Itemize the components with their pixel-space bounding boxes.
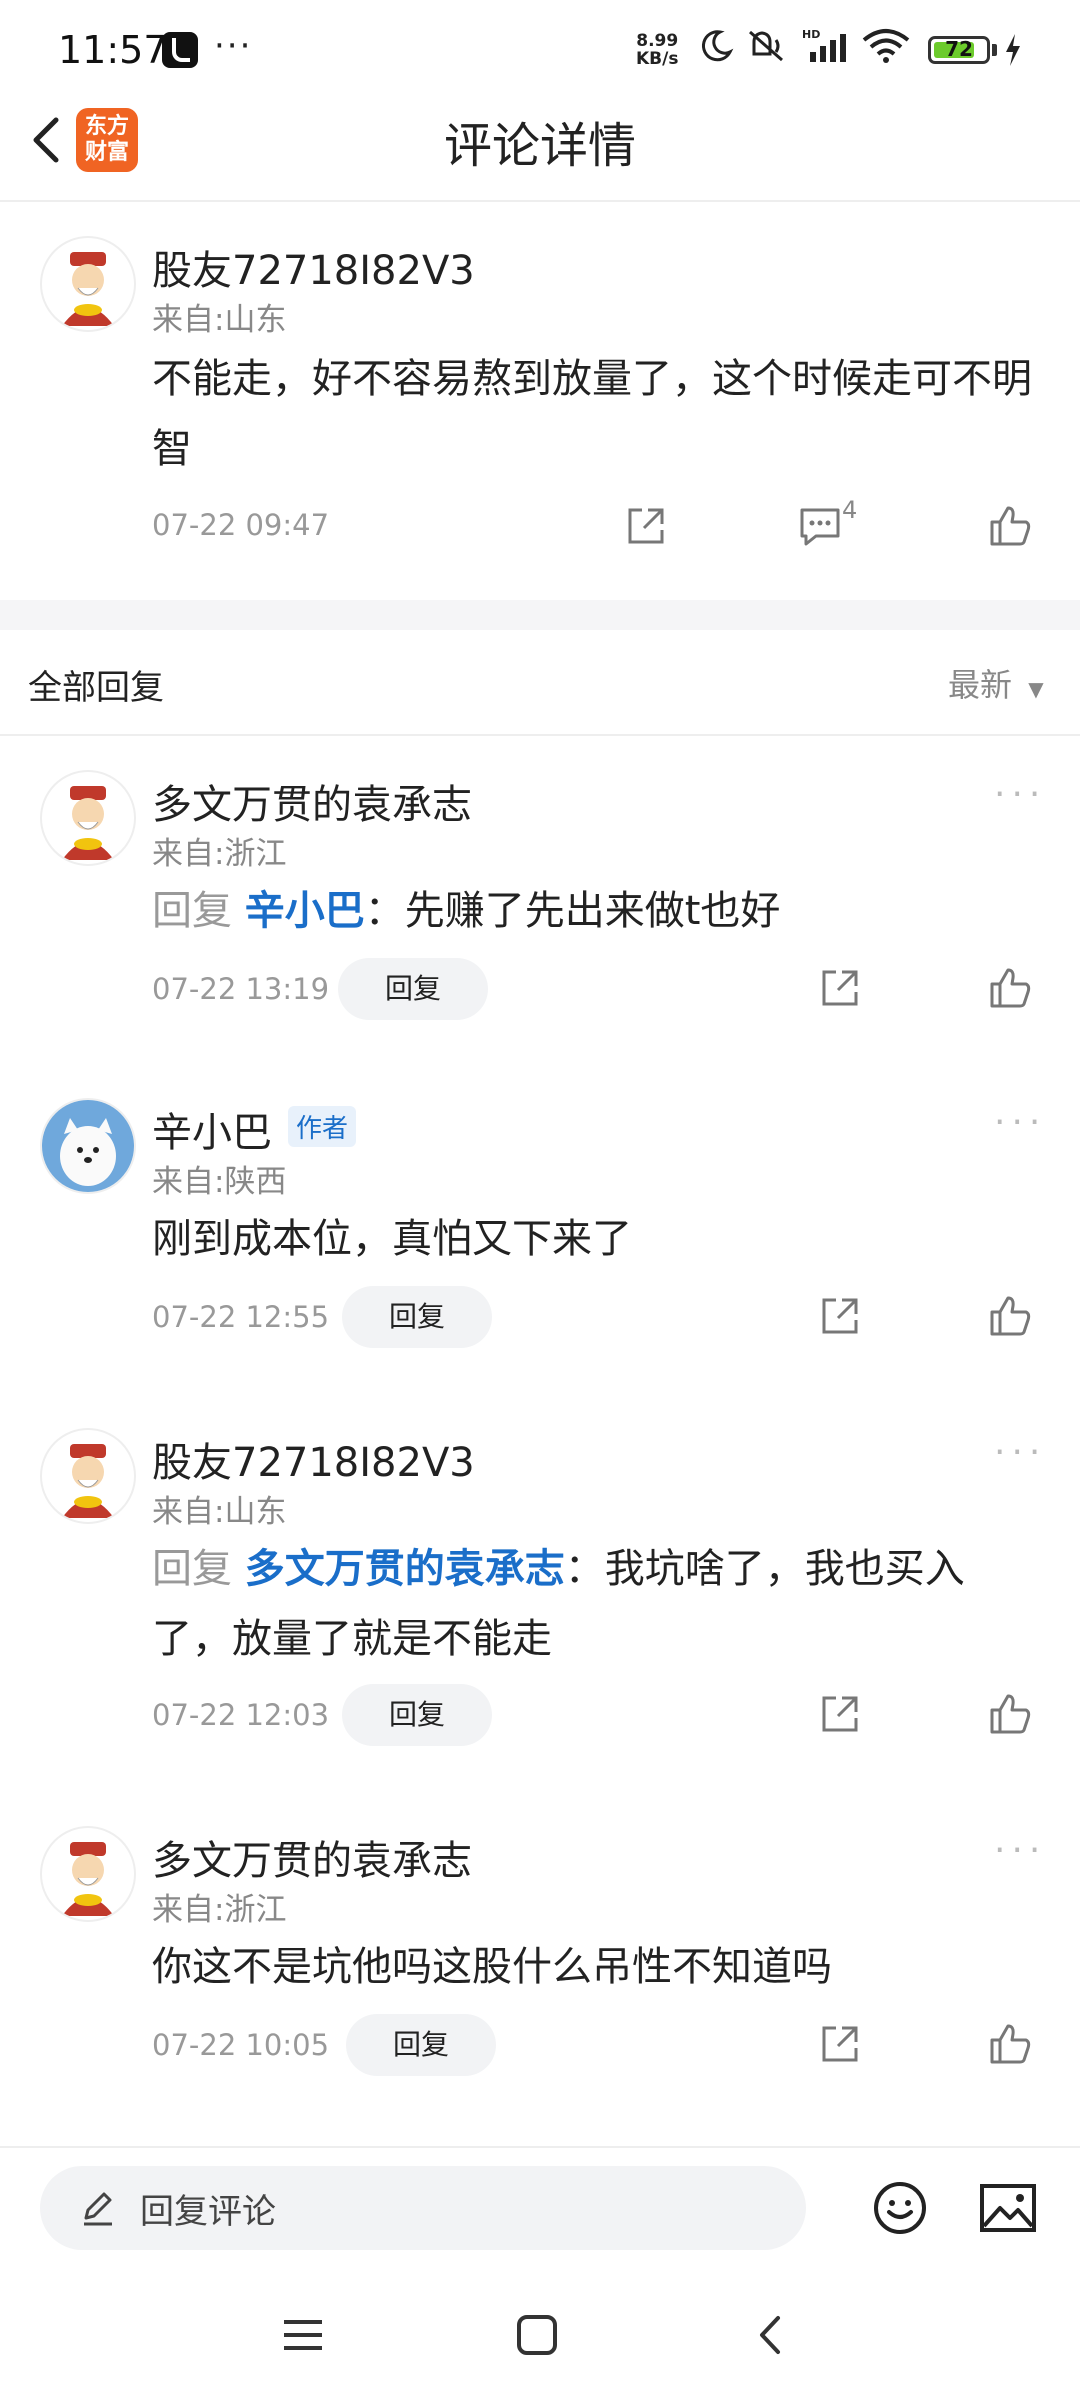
reply-time: 07-22 12:55 <box>152 1300 330 1334</box>
reply-prefix: 回复 <box>152 888 245 934</box>
reply-time: 07-22 10:05 <box>152 2028 330 2062</box>
battery-cap <box>992 44 997 56</box>
all-replies-label: 全部回复 <box>28 668 164 708</box>
like-icon[interactable] <box>988 1692 1032 1736</box>
samoyed-dog-avatar-icon <box>42 1100 134 1192</box>
comment-icon[interactable] <box>798 504 842 548</box>
network-speed: 8.99 KB/s <box>636 32 678 68</box>
reply-text: 刚到成本位，真怕又下来了 <box>152 1216 632 1262</box>
more-options-icon[interactable]: ··· <box>994 1432 1046 1473</box>
signal-icon: HD <box>802 28 846 62</box>
reply-text: 回复 辛小巴：先赚了先出来做t也好 <box>152 876 1032 946</box>
avatar[interactable] <box>40 1826 136 1922</box>
share-icon[interactable] <box>818 966 862 1010</box>
reply-button[interactable]: 回复 <box>346 2014 496 2076</box>
like-icon[interactable] <box>988 504 1032 548</box>
more-options-icon[interactable]: ··· <box>994 774 1046 815</box>
comment-text: 不能走，好不容易熬到放量了，这个时候走可不明智 <box>152 356 1032 472</box>
like-icon[interactable] <box>988 2022 1032 2066</box>
reply-time: 07-22 13:19 <box>152 972 330 1006</box>
reply-location: 来自:浙江 <box>152 836 287 872</box>
share-icon[interactable] <box>818 1294 862 1338</box>
avatar[interactable] <box>40 236 136 332</box>
chevron-down-icon: ▼ <box>1028 677 1044 701</box>
back-nav-icon[interactable] <box>748 2312 794 2358</box>
pencil-icon <box>84 2192 112 2226</box>
battery-icon: 72 <box>928 36 990 64</box>
reply-text: 你这不是坑他吗这股什么吊性不知道吗 <box>152 1944 832 1990</box>
reply-comment-placeholder[interactable]: 回复评论 <box>140 2184 276 2233</box>
tiktok-notification-icon <box>162 32 198 68</box>
share-icon[interactable] <box>818 1692 862 1736</box>
reply-author[interactable]: 多文万贯的袁承志 <box>152 1828 472 1886</box>
status-icons: HD <box>698 28 910 64</box>
reply-location: 来自:浙江 <box>152 1892 287 1928</box>
avatar[interactable] <box>40 1428 136 1524</box>
page-title: 评论详情 <box>443 118 636 174</box>
share-icon[interactable] <box>624 504 668 548</box>
comment-location: 来自:山东 <box>152 302 287 338</box>
home-nav-icon[interactable] <box>514 2312 560 2358</box>
reply-target-link[interactable]: 多文万贯的袁承志 <box>245 1546 565 1592</box>
wifi-icon <box>862 29 910 63</box>
comment-count: 4 <box>842 496 858 524</box>
header-divider <box>0 200 1080 202</box>
more-options-icon[interactable]: ··· <box>994 1830 1046 1871</box>
comment-time: 07-22 09:47 <box>152 508 330 542</box>
more-notifications-icon: ··· <box>214 26 253 66</box>
sort-dropdown[interactable]: 最新 ▼ <box>948 660 1044 706</box>
fortune-god-avatar-icon <box>62 1444 114 1518</box>
like-icon[interactable] <box>988 1294 1032 1338</box>
network-speed-unit: KB/s <box>636 49 679 69</box>
comment-author[interactable]: 股友72718I82V3 <box>152 238 475 296</box>
reply-author[interactable]: 多文万贯的袁承志 <box>152 772 472 830</box>
author-badge: 作者 <box>288 1106 357 1147</box>
reply-location: 来自:山东 <box>152 1494 287 1530</box>
replies-divider <box>0 734 1080 736</box>
fortune-god-avatar-icon <box>62 252 114 326</box>
section-gap <box>0 600 1080 630</box>
svg-text:HD: HD <box>802 28 820 41</box>
moon-icon <box>701 30 734 62</box>
avatar[interactable] <box>40 1098 136 1194</box>
reply-text: 回复 多文万贯的袁承志：我坑啥了，我也买入了，放量了就是不能走 <box>152 1534 1032 1674</box>
menu-nav-icon[interactable] <box>280 2312 326 2358</box>
avatar[interactable] <box>40 770 136 866</box>
more-options-icon[interactable]: ··· <box>994 1102 1046 1143</box>
reply-button[interactable]: 回复 <box>338 958 488 1020</box>
reply-target-link[interactable]: 辛小巴 <box>245 888 365 934</box>
fortune-god-avatar-icon <box>62 1842 114 1916</box>
network-speed-value: 8.99 <box>636 31 679 51</box>
status-time: 11:57 <box>58 28 168 72</box>
reply-button[interactable]: 回复 <box>342 1684 492 1746</box>
reply-prefix: 回复 <box>152 1546 245 1592</box>
fortune-god-avatar-icon <box>62 786 114 860</box>
share-icon[interactable] <box>818 2022 862 2066</box>
image-icon[interactable] <box>978 2180 1038 2236</box>
reply-time: 07-22 12:03 <box>152 1698 330 1732</box>
reply-author[interactable]: 股友72718I82V3 <box>152 1430 475 1488</box>
reply-author[interactable]: 辛小巴 <box>152 1100 272 1158</box>
emoji-icon[interactable] <box>870 2178 930 2238</box>
charging-icon <box>1006 34 1020 66</box>
battery-percent: 72 <box>945 37 973 61</box>
reply-button[interactable]: 回复 <box>342 1286 492 1348</box>
reply-location: 来自:陕西 <box>152 1164 287 1200</box>
sort-label: 最新 <box>948 666 1013 704</box>
mute-icon <box>749 30 783 62</box>
reply-body: ：先赚了先出来做t也好 <box>364 888 781 934</box>
like-icon[interactable] <box>988 966 1032 1010</box>
